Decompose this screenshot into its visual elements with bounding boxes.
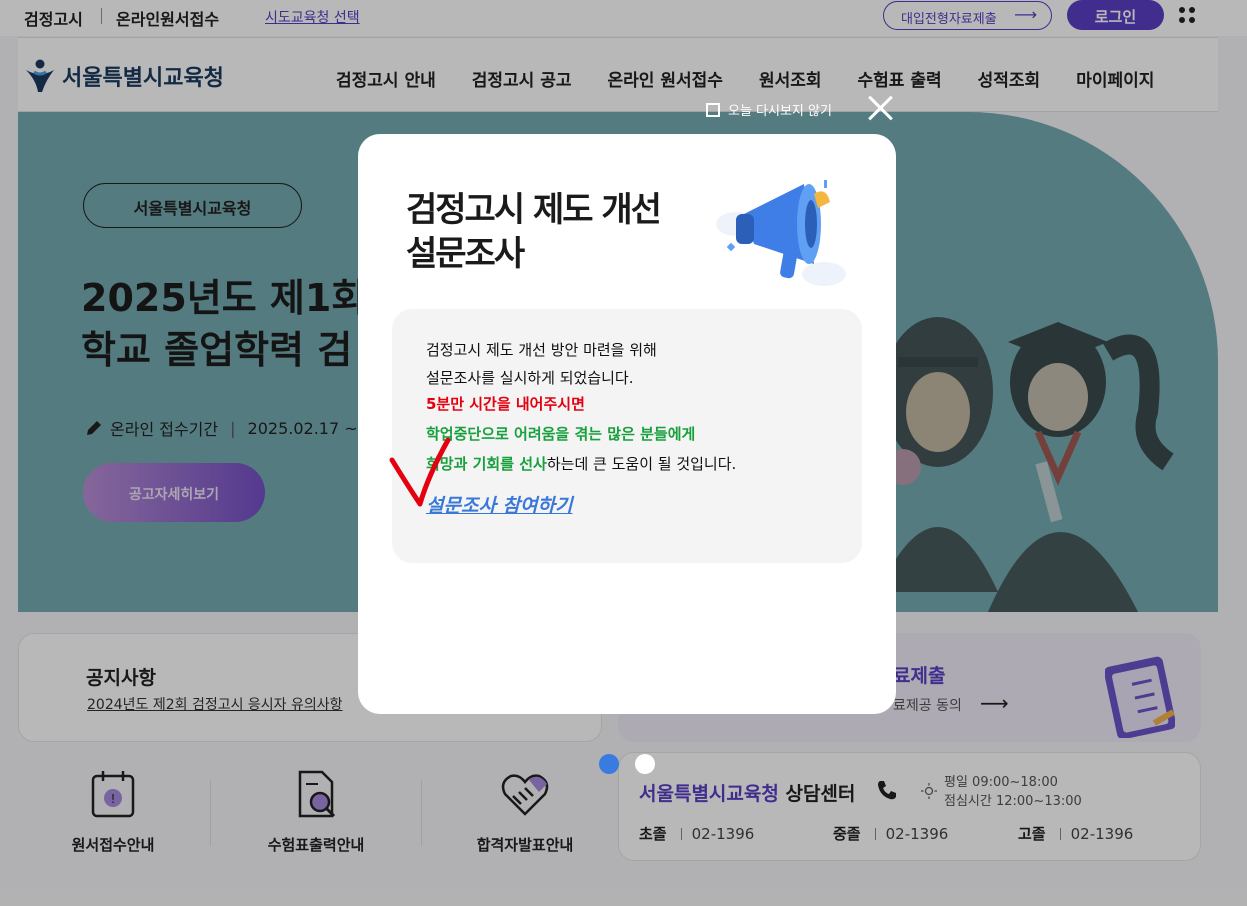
megaphone-icon bbox=[716, 180, 846, 286]
message-rest: 하는데 큰 도움이 될 것입니다. bbox=[546, 455, 737, 473]
no-show-today[interactable]: 오늘 다시보지 않기 bbox=[706, 100, 832, 119]
popup-title-line1: 검정고시 제도 개선 bbox=[406, 190, 662, 230]
popup-title-line2: 설문조사 bbox=[406, 234, 525, 274]
popup-title: 검정고시 제도 개선 설문조사 bbox=[406, 188, 662, 276]
message-line: 검정고시 제도 개선 방안 마련을 위해 bbox=[426, 341, 657, 359]
message-line: 설문조사를 실시하게 되었습니다. bbox=[426, 369, 634, 387]
no-show-checkbox[interactable] bbox=[706, 102, 720, 117]
message-line: 희망과 기회를 선사하는데 큰 도움이 될 것입니다. bbox=[426, 453, 736, 474]
message-line-red: 5분만 시간을 내어주시면 bbox=[426, 395, 585, 413]
close-popup-icon[interactable] bbox=[867, 94, 895, 122]
pager-dot-active[interactable] bbox=[599, 754, 619, 774]
pager-dot[interactable] bbox=[635, 754, 655, 774]
message-line-green: 학업중단으로 어려움을 겪는 많은 분들에게 bbox=[426, 425, 696, 443]
survey-popup: 검정고시 제도 개선 설문조사 검정고시 제도 개선 방안 마련을 위해 설문조… bbox=[358, 134, 896, 714]
no-show-label: 오늘 다시보지 않기 bbox=[728, 104, 832, 119]
popup-message-box: 검정고시 제도 개선 방안 마련을 위해 설문조사를 실시하게 되었습니다. 5… bbox=[392, 309, 862, 563]
red-checkmark-icon bbox=[389, 437, 451, 507]
